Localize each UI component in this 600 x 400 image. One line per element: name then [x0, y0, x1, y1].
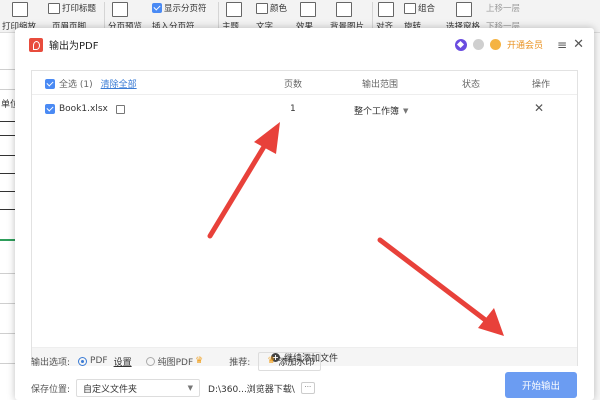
add-watermark-label: 添加水印	[278, 357, 315, 368]
effects-icon	[300, 2, 316, 17]
member-badge-icon[interactable]	[473, 39, 485, 50]
ribbon-bring-forward[interactable]: 上移一层	[486, 2, 520, 14]
file-list-header: 全选 (1) 清除全部 页数 输出范围 状态 操作	[32, 71, 577, 95]
image-pdf-label: 纯图PDF	[157, 357, 194, 368]
pdf-radio-label: PDF	[90, 356, 108, 366]
output-options-row: 输出选项: PDF 设置 纯图PDF ♛ 推荐: ♛ 添加水印	[31, 351, 322, 371]
ribbon-align-icon[interactable]	[378, 2, 394, 17]
print-title-icon	[48, 2, 60, 14]
recommend-label: 推荐:	[229, 357, 251, 368]
column-status: 状态	[462, 80, 481, 90]
ribbon-effects-icon[interactable]	[300, 2, 316, 17]
browse-button[interactable]: ···	[300, 382, 315, 394]
background-image-icon	[336, 2, 352, 17]
table-row: Book1.xlsx 1 整个工作簿 ▼ ✕	[32, 99, 577, 121]
ribbon-theme[interactable]	[226, 2, 242, 17]
file-checkbox[interactable]	[45, 104, 55, 114]
file-list-panel: 全选 (1) 清除全部 页数 输出范围 状态 操作 Book1.xlsx 1 整…	[31, 70, 578, 366]
crown-icon: ♛	[195, 356, 204, 366]
close-icon: ✕	[534, 101, 545, 115]
image-pdf-radio[interactable]	[145, 356, 155, 366]
theme-icon	[226, 2, 242, 17]
column-range: 输出范围	[362, 80, 399, 90]
ribbon-color[interactable]: 颜色	[256, 2, 287, 14]
save-location-label: 保存位置:	[31, 384, 71, 395]
dialog-title: 输出为PDF	[49, 41, 99, 52]
column-pages: 页数	[284, 80, 303, 90]
vip-diamond-icon[interactable]	[455, 38, 468, 51]
file-name-cell: Book1.xlsx	[45, 104, 125, 114]
ribbon-background-icon[interactable]	[336, 2, 352, 17]
save-location-value: 自定义文件夹	[83, 384, 138, 395]
add-watermark-button[interactable]: ♛ 添加水印	[258, 351, 322, 371]
range-dropdown[interactable]: 整个工作簿 ▼	[354, 104, 409, 118]
ribbon-selection-pane-icon[interactable]	[456, 2, 472, 17]
file-name: Book1.xlsx	[59, 104, 108, 114]
ribbon-page-icon[interactable]	[12, 2, 28, 17]
pdf-logo-icon	[29, 37, 43, 52]
file-pages: 1	[290, 104, 296, 114]
checkbox-icon	[152, 3, 162, 13]
page-icon	[12, 2, 28, 17]
edit-icon[interactable]	[115, 104, 125, 114]
ribbon-separator	[218, 2, 219, 30]
chevron-down-icon: ▼	[403, 106, 409, 115]
open-vip-link[interactable]: 开通会员	[507, 38, 543, 51]
chevron-down-icon: ▼	[187, 384, 194, 392]
export-pdf-dialog: 输出为PDF 开通会员 ≡ ✕ 全选 (1) 清除全部 页数 输出范围 状态 操…	[15, 28, 594, 400]
color-icon	[256, 2, 268, 14]
select-all-checkbox[interactable]	[45, 78, 55, 89]
start-export-button[interactable]: 开始输出	[505, 372, 577, 398]
ribbon-separator	[372, 2, 373, 30]
coin-icon[interactable]	[490, 39, 502, 50]
save-path: D:\360...浏览器下载\	[208, 384, 295, 395]
select-all-control[interactable]: 全选 (1) 清除全部	[45, 77, 137, 90]
ribbon-show-page-break[interactable]: 显示分页符	[152, 2, 207, 14]
ribbon-separator	[104, 2, 105, 30]
align-icon	[378, 2, 394, 17]
ribbon-print-title[interactable]: 打印标题	[48, 2, 96, 14]
ribbon-group[interactable]: 组合	[404, 2, 435, 14]
close-icon[interactable]: ✕	[573, 37, 584, 52]
crown-icon: ♛	[267, 356, 276, 366]
menu-icon[interactable]: ≡	[557, 38, 567, 52]
clear-all-link[interactable]: 清除全部	[101, 77, 137, 90]
range-value: 整个工作簿	[354, 107, 400, 117]
dialog-title-bar: 输出为PDF	[29, 37, 98, 52]
dialog-header-actions: 开通会员 ≡ ✕	[455, 37, 584, 52]
save-location-row: 保存位置: 自定义文件夹 ▼ D:\360...浏览器下载\ ···	[31, 379, 315, 397]
page-break-icon	[112, 2, 128, 17]
ribbon-page-break-view[interactable]	[112, 2, 128, 17]
select-all-label: 全选 (1)	[59, 80, 93, 90]
output-options-label: 输出选项:	[31, 357, 71, 368]
column-action: 操作	[532, 80, 551, 90]
remove-file-button[interactable]: ✕	[534, 101, 544, 115]
pdf-radio[interactable]	[78, 356, 88, 366]
save-location-dropdown[interactable]: 自定义文件夹 ▼	[76, 379, 201, 397]
group-icon	[404, 2, 416, 14]
selection-pane-icon	[456, 2, 472, 17]
pdf-settings-link[interactable]: 设置	[114, 355, 132, 368]
